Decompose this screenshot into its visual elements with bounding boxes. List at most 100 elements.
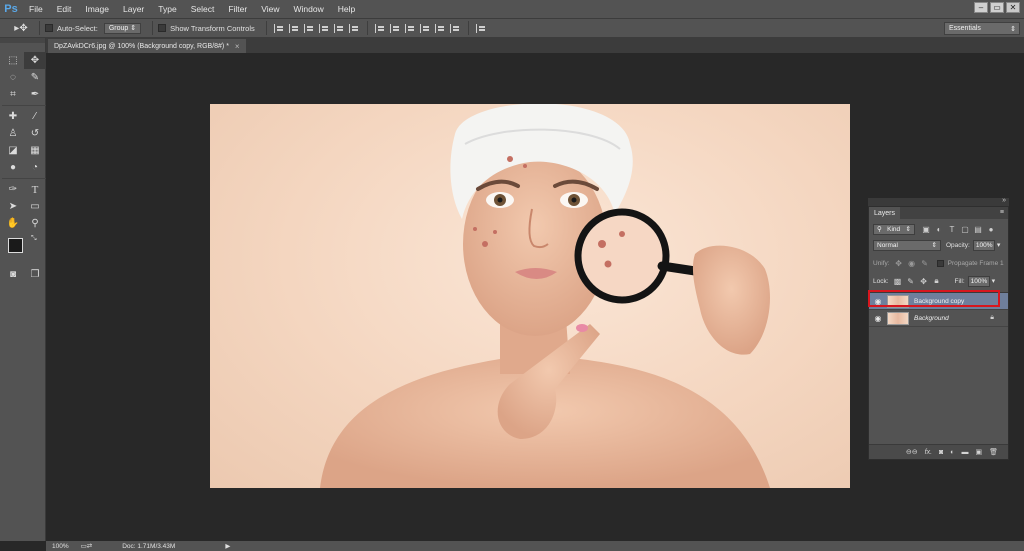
kind-filter-dropdown[interactable]: ⚲ Kind ⇕ [873,223,915,235]
document-tab[interactable]: DpZAvkDCr6.jpg @ 100% (Background copy, … [48,39,246,53]
distribute-left-icon[interactable] [420,23,430,33]
type-filter-icon[interactable]: T [947,224,957,234]
maximize-button[interactable]: ▭ [990,2,1004,13]
shape-filter-icon[interactable]: ▢ [960,224,970,234]
layer-row-background-copy[interactable]: ◉ Background copy [869,293,1008,310]
tab-layers[interactable]: Layers [869,207,901,219]
hand-tool-icon[interactable]: ✋ [2,215,24,232]
align-right-icon[interactable] [349,23,359,33]
clone-stamp-tool-icon[interactable]: ♙ [2,125,24,142]
minimize-button[interactable]: – [974,2,988,13]
align-hcenter-icon[interactable] [334,23,344,33]
eraser-tool-icon[interactable]: ◪ [2,142,24,159]
auto-select-checkbox[interactable] [45,24,53,32]
link-layers-icon[interactable]: ⊖⊖ [906,448,918,456]
pen-tool-icon[interactable]: ✑ [2,181,24,198]
move-tool-icon[interactable]: ✥ [24,52,46,69]
unify-style-icon[interactable]: ✎ [920,258,930,268]
pixel-filter-icon[interactable]: ▣ [921,224,931,234]
propagate-frame-checkbox[interactable] [936,259,944,267]
menu-layer[interactable]: Layer [116,0,151,18]
opacity-arrow-icon[interactable]: ▾ [997,241,1001,249]
fill-input[interactable]: 100% [967,275,990,287]
dodge-tool-icon[interactable]: ◔ [24,159,46,176]
menu-file[interactable]: File [22,0,50,18]
workspace-dropdown[interactable]: Essentials ⇕ [944,22,1020,35]
quick-select-tool-icon[interactable]: ✎ [24,69,46,86]
chevron-down-icon: ⇕ [1010,25,1016,33]
foreground-color-swatch[interactable] [8,238,23,253]
lock-all-icon[interactable]: 🔒︎ [932,276,942,286]
blur-tool-icon[interactable]: ● [2,159,24,176]
blend-mode-dropdown[interactable]: Normal ⇕ [873,239,941,251]
document-canvas-image[interactable] [210,104,850,488]
lasso-tool-icon[interactable]: ◌ [2,69,24,86]
close-tab-icon[interactable]: × [235,42,240,51]
lock-pixels-icon[interactable]: ✎ [906,276,916,286]
lock-transparency-icon[interactable]: ▩ [893,276,903,286]
smart-object-filter-icon[interactable]: ▤ [973,224,983,234]
opacity-input[interactable]: 100% [972,239,995,251]
healing-brush-tool-icon[interactable]: ✚ [2,108,24,125]
menu-type[interactable]: Type [151,0,183,18]
shape-tool-icon[interactable]: ▭ [24,198,46,215]
adjustment-filter-icon[interactable]: ◐ [934,224,944,234]
auto-align-icon[interactable] [476,23,486,33]
distribute-bottom-icon[interactable] [405,23,415,33]
align-vcenter-icon[interactable] [289,23,299,33]
unify-label: Unify: [873,259,890,267]
swap-colors-icon[interactable]: ⤡ [31,235,37,243]
lock-position-icon[interactable]: ✥ [919,276,929,286]
brush-tool-icon[interactable]: ⁄ [24,108,46,125]
adjustment-layer-icon[interactable]: ◐ [950,449,954,456]
path-select-tool-icon[interactable]: ➤ [2,198,24,215]
auto-select-dropdown[interactable]: Group ⇕ [103,22,142,34]
eyedropper-tool-icon[interactable]: ✒ [24,86,46,103]
zoom-tool-icon[interactable]: ⚲ [24,215,46,232]
add-mask-icon[interactable]: ◙ [939,449,943,456]
type-tool-icon[interactable]: T [24,181,46,198]
filter-toggle-icon[interactable]: ● [986,224,996,234]
layer-row-background[interactable]: ◉ Background 🔒︎ [869,310,1008,327]
move-tool-preset-icon[interactable]: ▸✥ [8,20,34,37]
toolbox-grip[interactable] [0,38,45,43]
distribute-hcenter-icon[interactable] [435,23,445,33]
panel-collapse-bar[interactable]: » [868,197,1009,206]
delete-layer-icon[interactable]: 🗑︎ [989,448,998,456]
unify-position-icon[interactable]: ✥ [894,258,904,268]
eye-icon[interactable]: ◉ [869,297,887,306]
new-layer-icon[interactable]: ▣ [975,448,982,456]
menu-edit[interactable]: Edit [50,0,79,18]
unify-visibility-icon[interactable]: ◉ [907,258,917,268]
distribute-vcenter-icon[interactable] [390,23,400,33]
align-bottom-icon[interactable] [304,23,314,33]
new-group-icon[interactable]: ▬ [961,449,968,456]
distribute-top-icon[interactable] [375,23,385,33]
zoom-level[interactable]: 100% [52,543,69,550]
menu-help[interactable]: Help [331,0,362,18]
history-brush-tool-icon[interactable]: ↺ [24,125,46,142]
fill-arrow-icon[interactable]: ▾ [992,277,996,285]
menu-view[interactable]: View [254,0,286,18]
menu-image[interactable]: Image [78,0,116,18]
align-top-icon[interactable] [274,23,284,33]
quick-mask-icon[interactable]: ◙ [2,266,24,283]
eye-icon[interactable]: ◉ [869,314,887,323]
layer-style-icon[interactable]: fx. [925,449,932,456]
menu-select[interactable]: Select [184,0,222,18]
distribute-right-icon[interactable] [450,23,460,33]
transform-controls-checkbox[interactable] [158,24,167,32]
close-button[interactable]: ✕ [1006,2,1020,13]
status-menu-arrow-icon[interactable]: ▶ [225,542,230,550]
screen-mode-icon[interactable]: ❐ [24,266,46,283]
align-left-icon[interactable] [319,23,329,33]
panel-menu-icon[interactable]: ≡ [1000,209,1004,216]
marquee-tool-icon[interactable]: ⬚ [2,52,24,69]
gradient-tool-icon[interactable]: ▦ [24,142,46,159]
layer-name: Background [914,314,949,322]
menu-window[interactable]: Window [286,0,330,18]
collapse-icon[interactable]: » [1002,197,1006,204]
document-tab-title: DpZAvkDCr6.jpg @ 100% (Background copy, … [54,42,229,50]
crop-tool-icon[interactable]: ⌗ [2,86,24,103]
menu-filter[interactable]: Filter [221,0,254,18]
